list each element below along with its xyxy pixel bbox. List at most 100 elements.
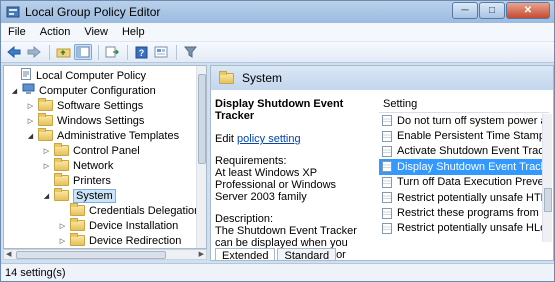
edit-line: Edit policy setting — [215, 133, 365, 145]
menu-action[interactable]: Action — [33, 26, 78, 38]
collapse-icon[interactable]: ◢ — [10, 86, 19, 95]
settings-list: Setting Do not turn off system power aft… — [379, 96, 549, 246]
setting-row[interactable]: Restrict potentially unsafe HTML I — [379, 190, 549, 205]
svg-text:?: ? — [138, 48, 144, 58]
tree-horizontal-scrollbar[interactable]: ◀ ▶ — [3, 249, 207, 260]
properties-icon[interactable] — [152, 44, 170, 60]
window-title: Local Group Policy Editor — [25, 5, 161, 19]
tree-node[interactable]: ▷ Network — [42, 158, 113, 173]
menu-help[interactable]: Help — [115, 26, 152, 38]
folder-icon — [38, 98, 53, 111]
title-bar[interactable]: Local Group Policy Editor ─ □ ✕ — [1, 1, 554, 23]
window: Local Group Policy Editor ─ □ ✕ File Act… — [0, 0, 555, 282]
details-pane: System Display Shutdown Event Tracker Ed… — [210, 65, 554, 261]
edit-policy-link[interactable]: policy setting — [237, 133, 301, 145]
toolbar: ? — [1, 42, 554, 63]
requirements-text: At least Windows XP Professional or Wind… — [215, 167, 337, 203]
tree-node[interactable]: Credentials Delegation — [58, 203, 198, 218]
tree-node-label: System — [73, 188, 116, 203]
setting-name: Activate Shutdown Event Tracker — [397, 145, 549, 158]
filter-icon[interactable] — [181, 44, 199, 60]
setting-name: Turn off Data Execution Preventio — [397, 176, 549, 189]
details-header: System — [211, 66, 553, 90]
tree-node-label: Local Computer Policy — [36, 69, 147, 82]
settings-vertical-scrollbar[interactable] — [542, 114, 552, 242]
setting-row[interactable]: Activate Shutdown Event Tracker — [379, 144, 549, 159]
up-folder-icon[interactable] — [54, 44, 72, 60]
setting-name: Display Shutdown Event Tracker — [397, 160, 549, 173]
extended-description: Display Shutdown Event Tracker Edit poli… — [215, 98, 365, 260]
expand-icon[interactable]: ▷ — [42, 146, 51, 155]
forward-arrow-icon[interactable] — [25, 44, 43, 60]
toolbar-separator — [98, 44, 99, 60]
folder-icon — [70, 203, 85, 216]
expand-icon[interactable]: ▷ — [42, 161, 51, 170]
folder-icon — [54, 143, 69, 156]
collapse-icon[interactable]: ◢ — [42, 191, 51, 200]
setting-row[interactable]: Restrict potentially unsafe HLogor — [379, 221, 549, 236]
tree-node[interactable]: ▷ Software Settings — [26, 98, 143, 113]
folder-icon — [54, 173, 69, 186]
console-tree-pane[interactable]: Local Computer Policy ◢ Computer Configura… — [3, 65, 207, 249]
computer-icon — [22, 83, 35, 98]
setting-name: Restrict potentially unsafe HLogor — [397, 222, 549, 235]
tree-node-label: Network — [73, 159, 114, 172]
expand-icon[interactable]: ▷ — [58, 236, 67, 245]
tree-node[interactable]: ◢ Computer Configuration — [10, 83, 156, 98]
show-hide-tree-icon[interactable] — [74, 44, 92, 60]
description-label: Description: — [215, 213, 274, 225]
setting-row[interactable]: Do not turn off system power afte — [379, 113, 549, 128]
tree-node[interactable]: Local Computer Policy — [8, 68, 146, 83]
back-arrow-icon[interactable] — [5, 44, 23, 60]
tree-node-label: Software Settings — [57, 99, 144, 112]
tab-extended[interactable]: Extended — [215, 248, 276, 260]
tree-node[interactable]: Printers — [42, 173, 111, 188]
folder-icon — [70, 233, 85, 246]
toolbar-separator — [127, 44, 128, 60]
close-button[interactable]: ✕ — [506, 2, 550, 19]
scroll-right-icon[interactable]: ▶ — [199, 250, 204, 259]
scroll-left-icon[interactable]: ◀ — [6, 250, 11, 259]
tab-standard[interactable]: Standard — [277, 248, 337, 260]
tree-node[interactable]: ◢ System — [42, 188, 116, 203]
minimize-button[interactable]: ─ — [452, 2, 478, 19]
setting-row[interactable]: Display Shutdown Event Tracker — [379, 159, 549, 175]
folder-icon — [219, 70, 234, 84]
help-icon[interactable]: ? — [132, 44, 150, 60]
group-policy-app-icon — [6, 5, 20, 19]
menu-file[interactable]: File — [1, 26, 33, 38]
expand-icon[interactable]: ▷ — [58, 221, 67, 230]
expand-icon[interactable]: ▷ — [26, 101, 35, 110]
setting-name: Restrict these programs from bein — [397, 207, 549, 220]
view-tabs: Extended Standard — [215, 248, 338, 260]
tree-node-label: Device Redirection — [89, 234, 182, 247]
setting-row[interactable]: Turn off Data Execution Preventio — [379, 175, 549, 190]
policy-document-icon — [20, 68, 32, 83]
scroll-thumb[interactable] — [544, 188, 552, 212]
setting-row[interactable]: Enable Persistent Time Stamp — [379, 128, 549, 143]
tree-node[interactable]: ▷ Device Redirection — [58, 233, 181, 248]
tree-node-label: Control Panel — [73, 144, 140, 157]
tree-vertical-scrollbar[interactable] — [196, 66, 206, 248]
menu-view[interactable]: View — [77, 26, 115, 38]
scroll-thumb[interactable] — [198, 74, 206, 164]
folder-icon — [70, 218, 85, 231]
expand-icon[interactable]: ▷ — [26, 116, 35, 125]
tree-node[interactable]: ▷ Windows Settings — [26, 113, 144, 128]
tree-node[interactable]: ▷ Control Panel — [42, 143, 140, 158]
export-list-icon[interactable] — [103, 44, 121, 60]
setting-row[interactable]: Restrict these programs from bein — [379, 205, 549, 220]
folder-icon — [38, 128, 53, 141]
tree-node[interactable]: ◢ Administrative Templates — [26, 128, 179, 143]
tree-node[interactable]: ▷ Device Installation — [58, 218, 178, 233]
toolbar-separator — [176, 44, 177, 60]
maximize-button[interactable]: □ — [479, 2, 505, 19]
setting-name: Enable Persistent Time Stamp — [397, 130, 545, 143]
folder-icon — [38, 113, 53, 126]
setting-column-header[interactable]: Setting — [379, 96, 549, 113]
collapse-icon[interactable]: ◢ — [26, 131, 35, 140]
policy-setting-icon — [382, 130, 392, 142]
scroll-thumb[interactable] — [16, 251, 166, 259]
